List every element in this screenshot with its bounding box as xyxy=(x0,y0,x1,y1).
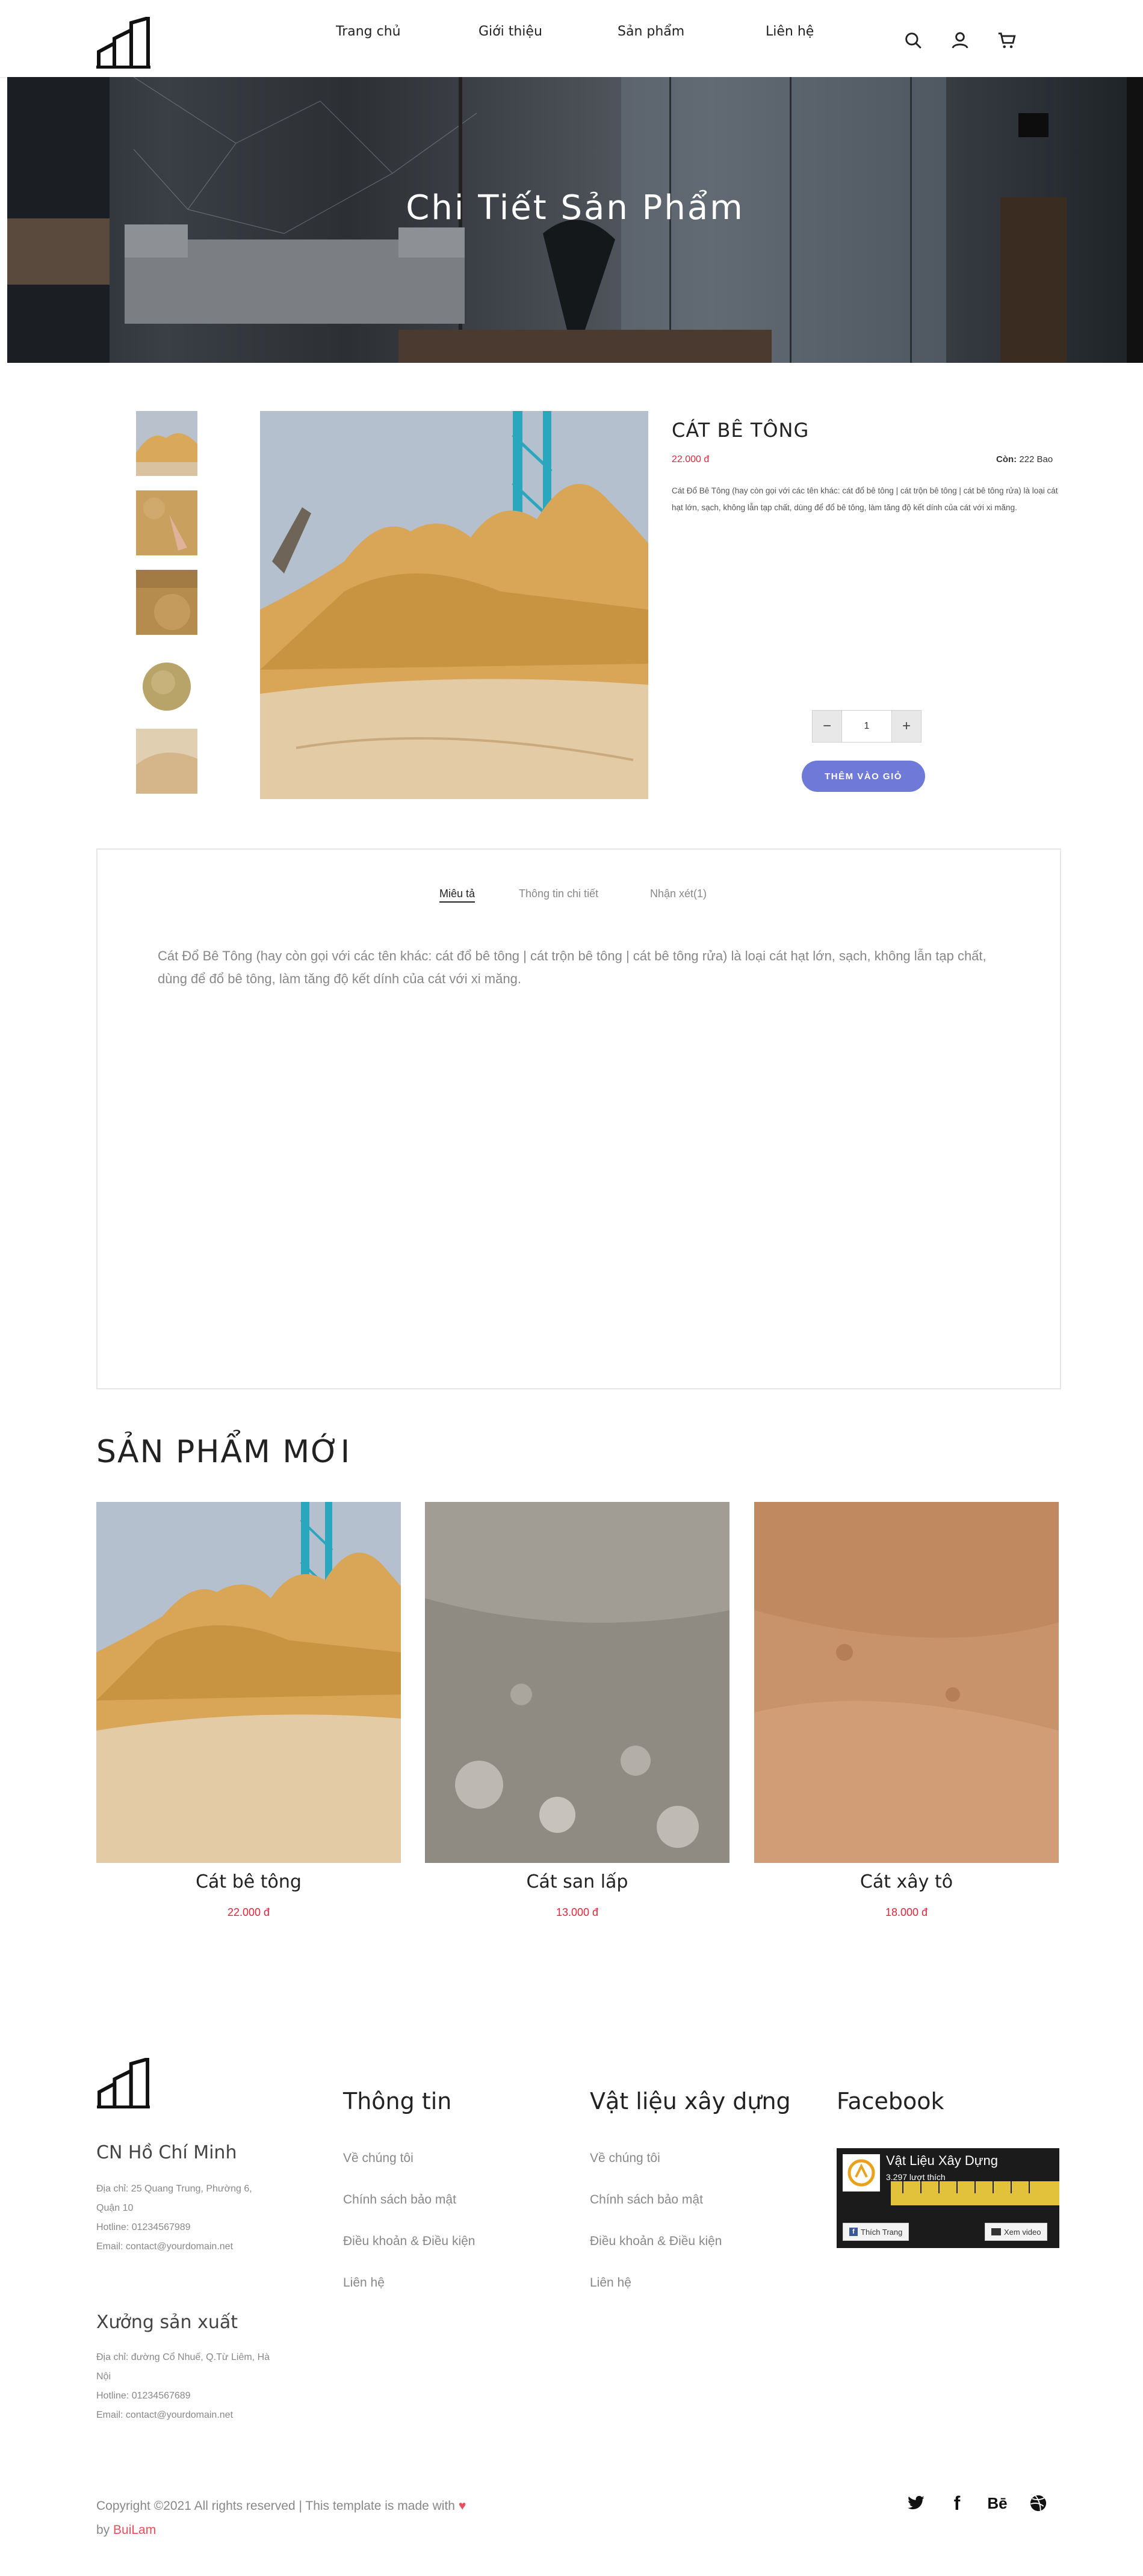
footer-column-title: Thông tin xyxy=(343,2088,452,2114)
product-card-name[interactable]: Cát bê tông xyxy=(96,1871,401,1892)
facebook-watch-video-button[interactable]: Xem video xyxy=(985,2223,1048,2241)
facebook-likes-count: 3.297 lượt thích xyxy=(886,2172,946,2182)
footer-logo-icon[interactable] xyxy=(96,2058,150,2108)
thumbnail-2[interactable] xyxy=(136,490,197,555)
thumbnail-5[interactable] xyxy=(136,729,197,794)
product-card-price: 18.000 đ xyxy=(885,1906,928,1918)
facebook-page-avatar xyxy=(843,2154,880,2191)
quantity-input[interactable]: 1 xyxy=(841,711,892,742)
footer-link[interactable]: Chính sách bảo mật xyxy=(590,2193,703,2207)
logo-icon[interactable] xyxy=(96,17,150,69)
tab-description-content: Cát Đổ Bê Tông (hay còn gọi với các tên … xyxy=(158,948,987,986)
behance-icon[interactable]: Bē xyxy=(982,2491,1012,2515)
hero-banner: Chi Tiết Sản Phẩm xyxy=(7,77,1143,363)
increase-quantity-button[interactable]: + xyxy=(892,711,921,742)
heart-icon: ♥ xyxy=(458,2499,466,2513)
branch-name: Xưởng sản xuất xyxy=(96,2312,238,2333)
facebook-page-widget[interactable]: Vật Liệu Xây Dựng 3.297 lượt thích f Thí… xyxy=(837,2148,1059,2248)
hero-title: Chi Tiết Sản Phẩm xyxy=(406,188,745,227)
branch-email: Email: contact@yourdomain.net xyxy=(96,2241,234,2252)
footer-link[interactable]: Chính sách bảo mật xyxy=(343,2193,456,2207)
watch-video-label: Xem video xyxy=(1004,2227,1041,2237)
brand-icon xyxy=(847,2159,875,2187)
nav-contact[interactable]: Liên hệ xyxy=(766,24,814,39)
tab-description[interactable]: Miêu tả xyxy=(439,888,475,903)
facebook-like-page-button[interactable]: f Thích Trang xyxy=(843,2223,909,2241)
branch-email: Email: contact@yourdomain.net xyxy=(96,2410,234,2420)
branch-address: Địa chỉ: 25 Quang Trung, Phường 6, xyxy=(96,2184,252,2194)
user-icon[interactable] xyxy=(950,30,970,51)
stock-value: 222 Bao xyxy=(1017,454,1053,465)
facebook-page-name[interactable]: Vật Liệu Xây Dựng xyxy=(886,2153,998,2169)
twitter-icon[interactable] xyxy=(904,2491,928,2515)
branch-address: Địa chỉ: đường Cổ Nhuế, Q.Từ Liêm, Hà xyxy=(96,2352,270,2362)
branch-address: Nội xyxy=(96,2371,111,2382)
branch-name: CN Hồ Chí Minh xyxy=(96,2142,237,2163)
dribbble-icon[interactable] xyxy=(1026,2491,1050,2515)
facebook-icon[interactable]: f xyxy=(945,2491,969,2515)
nav-home[interactable]: Trang chủ xyxy=(336,24,401,39)
site-header: Trang chủ Giới thiệu Sản phẩm Liên hệ xyxy=(0,0,1143,78)
stock-label: Còn: xyxy=(996,454,1017,465)
product-card-image[interactable] xyxy=(425,1502,729,1863)
branch-info: Địa chỉ: 25 Quang Trung, Phường 6, Quận … xyxy=(96,2179,325,2256)
footer-column-title: Vật liệu xây dựng xyxy=(590,2088,791,2114)
footer-link[interactable]: Điều khoản & Điều kiện xyxy=(590,2234,722,2249)
branch-hotline: Hotline: 01234567989 xyxy=(96,2222,191,2232)
branch-hotline: Hotline: 01234567689 xyxy=(96,2391,191,2401)
search-icon[interactable] xyxy=(903,30,923,51)
nav-about[interactable]: Giới thiệu xyxy=(479,24,542,39)
copyright-text: Copyright ©2021 All rights reserved | Th… xyxy=(96,2494,578,2542)
thumbnail-3[interactable] xyxy=(136,570,197,635)
branch-address: Quận 10 xyxy=(96,2203,134,2213)
facebook-icon: f xyxy=(849,2228,858,2236)
product-card-name[interactable]: Cát xây tô xyxy=(754,1871,1059,1892)
thumbnail-1[interactable] xyxy=(136,411,197,476)
product-tabs-panel xyxy=(96,848,1061,1389)
product-main-image xyxy=(260,411,648,799)
footer-column-title: Facebook xyxy=(837,2088,944,2114)
author-link[interactable]: BuiLam xyxy=(113,2523,156,2537)
tab-reviews[interactable]: Nhận xét(1) xyxy=(650,888,707,900)
video-icon xyxy=(991,2228,1001,2235)
product-card-price: 13.000 đ xyxy=(556,1906,599,1918)
like-page-label: Thích Trang xyxy=(861,2227,903,2237)
footer-link[interactable]: Về chúng tôi xyxy=(590,2151,660,2166)
product-card-image[interactable] xyxy=(96,1502,401,1863)
stock-info: Còn: 222 Bao xyxy=(996,454,1053,465)
footer-link[interactable]: Liên hệ xyxy=(590,2276,631,2290)
decrease-quantity-button[interactable]: − xyxy=(813,711,841,742)
footer-link[interactable]: Về chúng tôi xyxy=(343,2151,414,2166)
add-to-cart-button[interactable]: THÊM VÀO GIỎ xyxy=(802,761,925,792)
product-title: CÁT BÊ TÔNG xyxy=(672,419,810,442)
product-description: Cát Đổ Bê Tông (hay còn gọi với các tên … xyxy=(672,486,1058,512)
product-card-image[interactable] xyxy=(754,1502,1059,1863)
cart-icon[interactable] xyxy=(997,30,1017,51)
copyright-prefix: Copyright ©2021 All rights reserved | Th… xyxy=(96,2499,455,2513)
new-products-heading: SẢN PHẨM MỚI xyxy=(96,1434,352,1470)
footer-link[interactable]: Điều khoản & Điều kiện xyxy=(343,2234,475,2249)
product-price: 22.000 đ xyxy=(672,454,710,465)
quantity-stepper[interactable]: − 1 + xyxy=(812,710,922,743)
branch-info: Địa chỉ: đường Cổ Nhuế, Q.Từ Liêm, Hà Nộ… xyxy=(96,2348,325,2425)
tab-details[interactable]: Thông tin chi tiết xyxy=(519,888,598,900)
thumbnail-4[interactable] xyxy=(136,649,197,714)
product-card-price: 22.000 đ xyxy=(227,1906,270,1918)
copyright-by: by xyxy=(96,2523,110,2537)
footer-link[interactable]: Liên hệ xyxy=(343,2276,385,2290)
nav-products[interactable]: Sản phẩm xyxy=(618,24,684,39)
product-card-name[interactable]: Cát san lấp xyxy=(425,1871,729,1892)
